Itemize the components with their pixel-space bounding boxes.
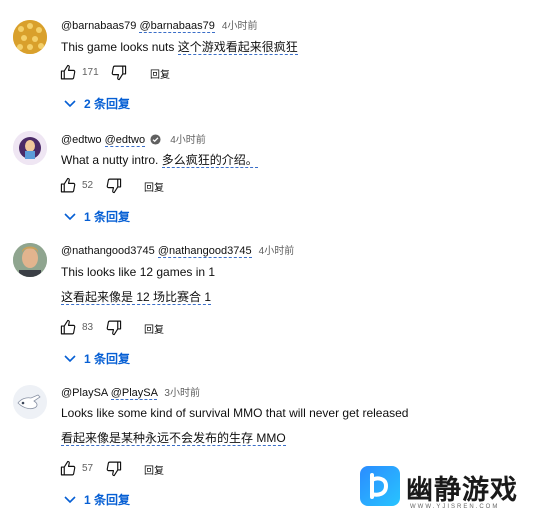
thumbs-down-icon[interactable] <box>110 64 127 81</box>
avatar[interactable] <box>13 385 47 419</box>
comment-text-original: This game looks nuts <box>61 40 175 54</box>
reply-button[interactable]: 回复 <box>144 321 164 336</box>
thumbs-down-icon[interactable] <box>105 177 122 194</box>
avatar[interactable] <box>13 243 47 277</box>
like-count: 171 <box>82 67 99 78</box>
comment-meta: @PlaySA @PlaySA 3小时前 <box>61 386 200 401</box>
replies-count-label: 2 条回复 <box>84 97 131 111</box>
comment-text: Looks like some kind of survival MMO tha… <box>61 405 408 421</box>
comment-author[interactable]: @edtwo <box>61 134 102 146</box>
view-replies-button[interactable]: 1 条回复 <box>64 208 130 225</box>
thumbs-up-icon[interactable] <box>60 177 77 194</box>
comment-text-original: What a nutty intro. <box>61 153 159 167</box>
chevron-down-icon <box>64 98 76 108</box>
comment-meta: @barnabaas79 @barnabaas79 4小时前 <box>61 19 257 34</box>
comment-author[interactable]: @PlaySA <box>61 387 108 399</box>
comment-time[interactable]: 4小时前 <box>259 246 295 257</box>
view-replies-button[interactable]: 1 条回复 <box>64 350 130 367</box>
comment-text: This looks like 12 games in 1 <box>61 264 215 280</box>
watermark-name: 幽静游戏 <box>406 475 518 505</box>
replies-count-label: 1 条回复 <box>84 493 131 507</box>
replies-count-label: 1 条回复 <box>84 352 131 366</box>
comment-actions: 57 回复 <box>60 460 260 478</box>
comment-text: This game looks nuts 这个游戏看起来很疯狂 <box>61 39 298 55</box>
thumbs-up-icon[interactable] <box>60 64 77 81</box>
chevron-down-icon <box>64 494 76 504</box>
avatar[interactable] <box>13 20 47 54</box>
comment-text-original: This looks like 12 games in 1 <box>61 265 216 279</box>
comment-text: What a nutty intro. 多么疯狂的介绍。 <box>61 152 258 168</box>
comment-actions: 171 回复 <box>60 64 260 82</box>
comment-text: 看起来像是某种永远不会发布的生存 MMO <box>61 430 286 446</box>
comment-author[interactable]: @barnabaas79 <box>61 20 136 32</box>
like-count: 83 <box>82 322 94 333</box>
chevron-down-icon <box>64 353 76 363</box>
reply-button[interactable]: 回复 <box>144 462 164 477</box>
thumbs-down-icon[interactable] <box>105 319 122 336</box>
avatar-image <box>13 131 47 165</box>
comment-author-translated[interactable]: @barnabaas79 <box>139 20 215 33</box>
avatar-image <box>13 243 47 277</box>
comment-text-translation: 这个游戏看起来很疯狂 <box>177 40 298 55</box>
comment-text-translation: 这看起来像是 12 场比赛合 1 <box>61 290 212 305</box>
comment-time[interactable]: 3小时前 <box>164 388 200 399</box>
thumbs-down-icon[interactable] <box>105 460 122 477</box>
reply-button[interactable]: 回复 <box>150 66 170 81</box>
like-count: 52 <box>82 180 94 191</box>
comment-text-translation: 看起来像是某种永远不会发布的生存 MMO <box>61 431 286 446</box>
logo-mark-icon <box>360 466 400 506</box>
watermark-url: WWW.YJISREN.COM <box>410 504 500 510</box>
replies-count-label: 1 条回复 <box>84 210 131 224</box>
thumbs-up-icon[interactable] <box>60 319 77 336</box>
view-replies-button[interactable]: 1 条回复 <box>64 491 130 508</box>
watermark-logo: 幽静游戏 WWW.YJISREN.COM <box>360 466 545 512</box>
avatar-image <box>13 20 47 54</box>
comment-time[interactable]: 4小时前 <box>170 135 206 146</box>
like-count: 57 <box>82 463 94 474</box>
comment-time[interactable]: 4小时前 <box>222 21 258 32</box>
comment-author[interactable]: @nathangood3745 <box>61 245 155 257</box>
chevron-down-icon <box>64 211 76 221</box>
avatar[interactable] <box>13 131 47 165</box>
verified-icon <box>150 134 161 149</box>
comment-meta: @nathangood3745 @nathangood3745 4小时前 <box>61 244 294 259</box>
comment-actions: 52 回复 <box>60 177 260 195</box>
comment-meta: @edtwo @edtwo 4小时前 <box>61 133 206 149</box>
comment-author-translated[interactable]: @nathangood3745 <box>157 245 252 258</box>
thumbs-up-icon[interactable] <box>60 460 77 477</box>
comment-text: 这看起来像是 12 场比赛合 1 <box>61 289 212 305</box>
comment-text-original: Looks like some kind of survival MMO tha… <box>61 406 409 420</box>
comment-author-translated[interactable]: @PlaySA <box>110 387 158 400</box>
comment-text-translation: 多么疯狂的介绍。 <box>161 153 258 168</box>
comment-author-translated[interactable]: @edtwo <box>104 134 146 147</box>
comment-actions: 83 回复 <box>60 319 260 337</box>
view-replies-button[interactable]: 2 条回复 <box>64 95 130 112</box>
avatar-image <box>13 385 47 419</box>
reply-button[interactable]: 回复 <box>144 179 164 194</box>
